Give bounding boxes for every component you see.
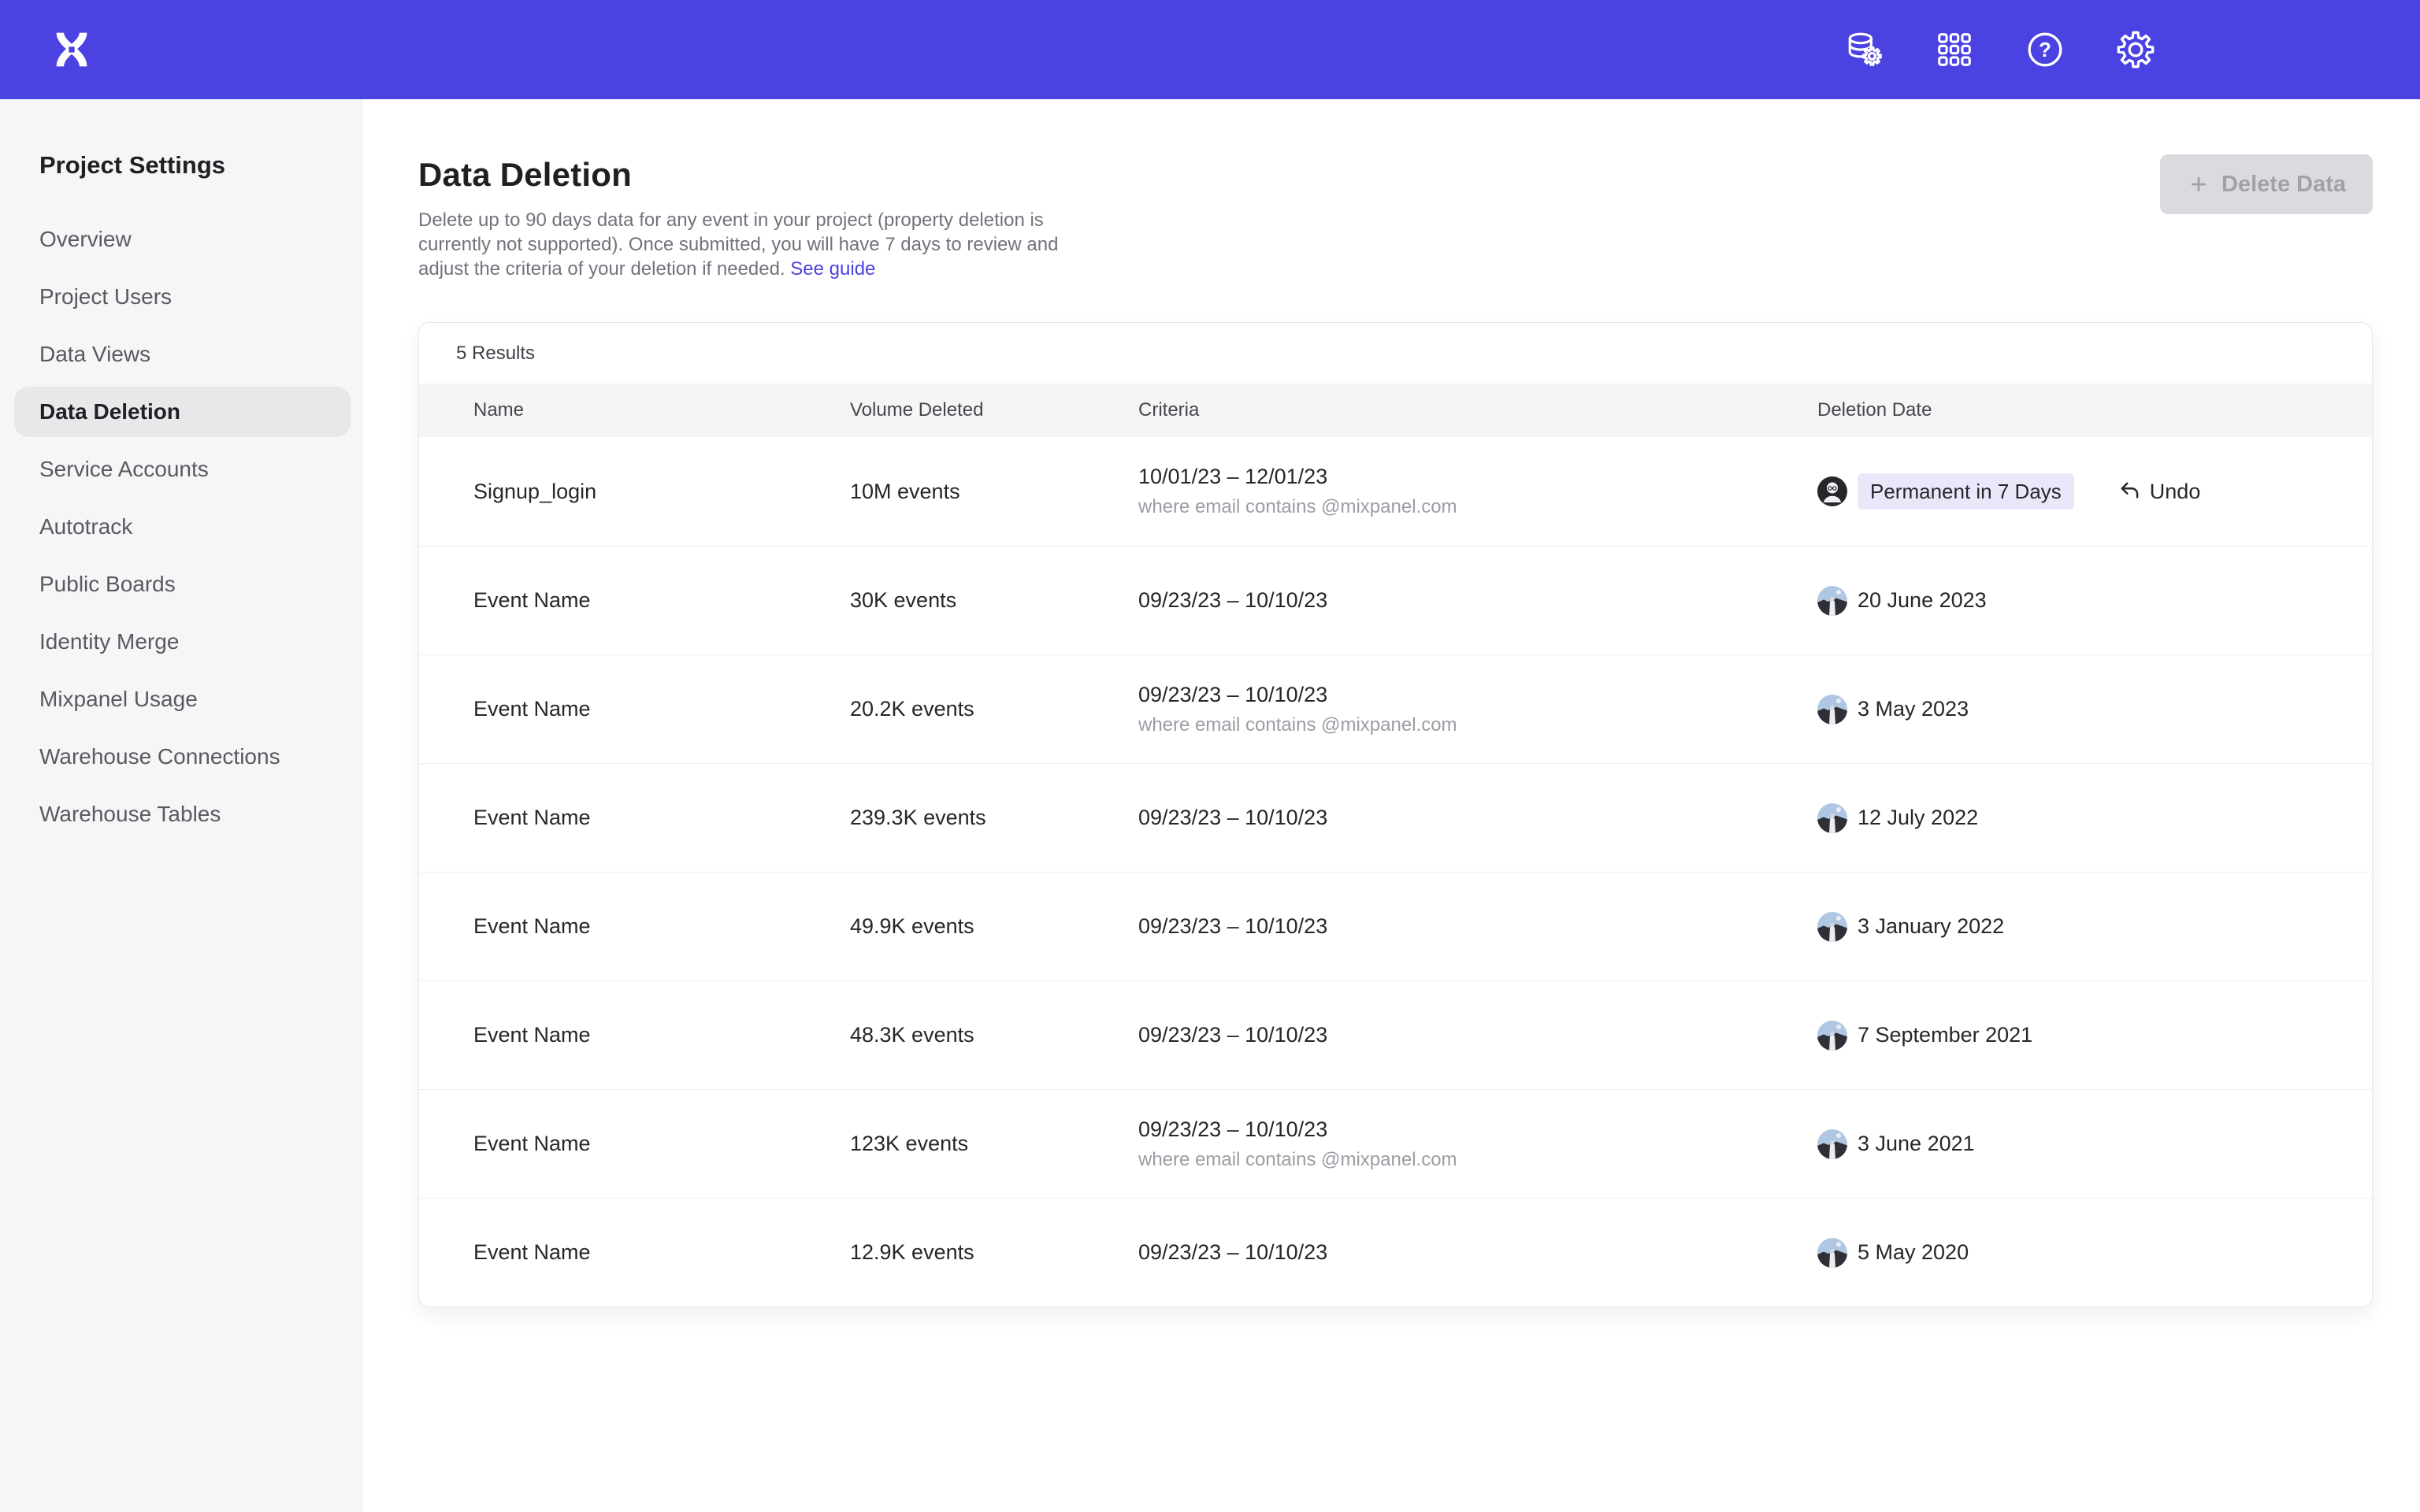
deletions-table-card: 5 Results Name Volume Deleted Criteria D… — [418, 322, 2373, 1307]
undo-label: Undo — [2150, 480, 2201, 504]
volume-deleted: 239.3K events — [850, 806, 1138, 830]
deletion-name: Event Name — [473, 697, 850, 721]
criteria-filter: where email contains @mixpanel.com — [1138, 1149, 1817, 1171]
table-row: Event Name 30K events 09/23/23 – 10/10/2… — [419, 546, 2372, 654]
table-row: Event Name 48.3K events 09/23/23 – 10/10… — [419, 980, 2372, 1089]
main-content: Data Deletion Delete up to 90 days data … — [362, 99, 2420, 1512]
criteria-range: 09/23/23 – 10/10/23 — [1138, 683, 1817, 707]
deletion-date: 7 September 2021 — [1858, 1023, 2032, 1047]
criteria-filter: where email contains @mixpanel.com — [1138, 496, 1817, 518]
topbar-icon-group: ? — [1845, 0, 2155, 99]
sidebar-title: Project Settings — [0, 99, 362, 180]
avatar — [1817, 695, 1847, 724]
deletion-name: Signup_login — [473, 480, 850, 504]
plus-icon — [2187, 172, 2210, 196]
deletion-name: Event Name — [473, 588, 850, 613]
settings-sidebar: Project Settings Overview Project Users … — [0, 99, 362, 1512]
criteria-range: 09/23/23 – 10/10/23 — [1138, 914, 1817, 939]
column-header-deletion-date: Deletion Date — [1817, 399, 2372, 421]
see-guide-link[interactable]: See guide — [790, 258, 875, 280]
avatar — [1817, 912, 1847, 942]
sidebar-item-warehouse-connections[interactable]: Warehouse Connections — [14, 732, 351, 782]
deletion-date: 3 May 2023 — [1858, 697, 1969, 721]
deletion-date: 5 May 2020 — [1858, 1240, 1969, 1265]
sidebar-item-warehouse-tables[interactable]: Warehouse Tables — [14, 789, 351, 839]
avatar — [1817, 1021, 1847, 1051]
deletion-name: Event Name — [473, 914, 850, 939]
table-header-row: Name Volume Deleted Criteria Deletion Da… — [419, 384, 2372, 437]
sidebar-item-identity-merge[interactable]: Identity Merge — [14, 617, 351, 667]
volume-deleted: 20.2K events — [850, 697, 1138, 721]
top-bar: ? — [0, 0, 2420, 99]
table-row: Event Name 12.9K events 09/23/23 – 10/10… — [419, 1198, 2372, 1306]
avatar — [1817, 803, 1847, 833]
help-icon[interactable]: ? — [2026, 31, 2064, 69]
deletion-name: Event Name — [473, 806, 850, 830]
sidebar-item-data-deletion[interactable]: Data Deletion — [14, 387, 351, 437]
criteria-range: 10/01/23 – 12/01/23 — [1138, 465, 1817, 489]
undo-button[interactable]: Undo — [2118, 480, 2201, 504]
column-header-name: Name — [473, 399, 850, 421]
svg-text:?: ? — [2039, 38, 2051, 61]
table-row: Event Name 20.2K events 09/23/23 – 10/10… — [419, 654, 2372, 763]
sidebar-item-service-accounts[interactable]: Service Accounts — [14, 444, 351, 495]
volume-deleted: 49.9K events — [850, 914, 1138, 939]
table-row: Event Name 123K events 09/23/23 – 10/10/… — [419, 1089, 2372, 1198]
page-description: Delete up to 90 days data for any event … — [418, 208, 1112, 281]
sidebar-item-autotrack[interactable]: Autotrack — [14, 502, 351, 552]
page-description-text: Delete up to 90 days data for any event … — [418, 209, 1058, 280]
data-management-icon[interactable] — [1845, 31, 1883, 69]
table-row: Signup_login 10M events 10/01/23 – 12/01… — [419, 437, 2372, 546]
volume-deleted: 30K events — [850, 588, 1138, 613]
criteria-range: 09/23/23 – 10/10/23 — [1138, 806, 1817, 830]
volume-deleted: 123K events — [850, 1132, 1138, 1156]
deletion-name: Event Name — [473, 1132, 850, 1156]
settings-gear-icon[interactable] — [2117, 31, 2155, 69]
results-count: 5 Results — [419, 323, 2372, 384]
volume-deleted: 48.3K events — [850, 1023, 1138, 1047]
delete-data-button[interactable]: Delete Data — [2160, 154, 2373, 214]
mixpanel-logo-icon[interactable] — [50, 28, 93, 71]
apps-grid-icon[interactable] — [1936, 31, 1973, 69]
avatar — [1817, 476, 1847, 506]
volume-deleted: 10M events — [850, 480, 1138, 504]
criteria-range: 09/23/23 – 10/10/23 — [1138, 1240, 1817, 1265]
column-header-volume: Volume Deleted — [850, 399, 1138, 421]
undo-icon — [2118, 480, 2142, 503]
sidebar-item-project-users[interactable]: Project Users — [14, 272, 351, 322]
avatar — [1817, 1238, 1847, 1268]
table-row: Event Name 49.9K events 09/23/23 – 10/10… — [419, 872, 2372, 980]
page-title: Data Deletion — [418, 156, 2373, 194]
deletion-date: 12 July 2022 — [1858, 806, 1978, 830]
criteria-range: 09/23/23 – 10/10/23 — [1138, 588, 1817, 613]
criteria-filter: where email contains @mixpanel.com — [1138, 714, 1817, 736]
criteria-range: 09/23/23 – 10/10/23 — [1138, 1117, 1817, 1142]
criteria-range: 09/23/23 – 10/10/23 — [1138, 1023, 1817, 1047]
status-badge: Permanent in 7 Days — [1858, 473, 2074, 510]
avatar — [1817, 1129, 1847, 1159]
deletion-date: 20 June 2023 — [1858, 588, 1987, 613]
deletion-date: 3 January 2022 — [1858, 914, 2004, 939]
sidebar-item-mixpanel-usage[interactable]: Mixpanel Usage — [14, 674, 351, 724]
column-header-criteria: Criteria — [1138, 399, 1817, 421]
avatar — [1817, 586, 1847, 616]
sidebar-item-data-views[interactable]: Data Views — [14, 329, 351, 380]
volume-deleted: 12.9K events — [850, 1240, 1138, 1265]
sidebar-item-public-boards[interactable]: Public Boards — [14, 559, 351, 610]
deletion-name: Event Name — [473, 1023, 850, 1047]
table-row: Event Name 239.3K events 09/23/23 – 10/1… — [419, 763, 2372, 872]
delete-data-label: Delete Data — [2221, 172, 2346, 198]
sidebar-item-overview[interactable]: Overview — [14, 214, 351, 265]
deletion-date: 3 June 2021 — [1858, 1132, 1975, 1156]
deletion-name: Event Name — [473, 1240, 850, 1265]
